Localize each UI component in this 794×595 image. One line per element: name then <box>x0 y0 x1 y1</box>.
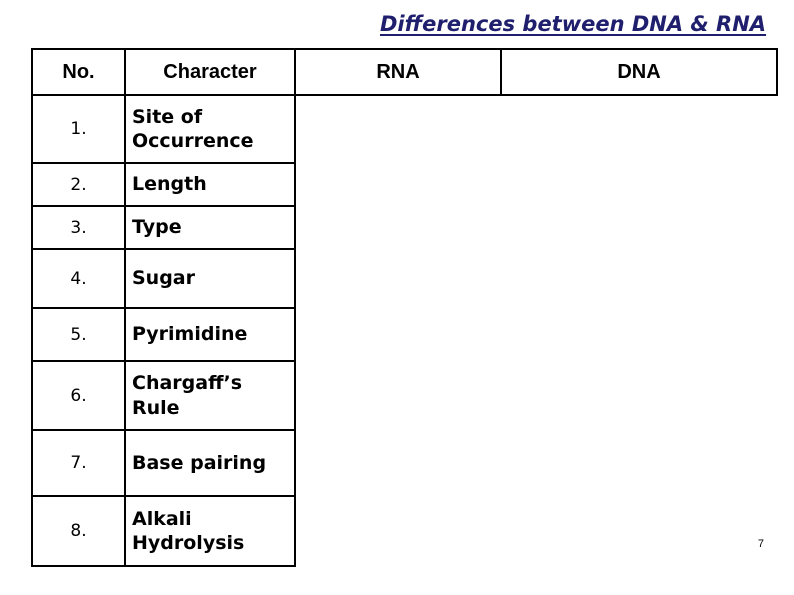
table-row: 8. Alkali Hydrolysis <box>31 496 777 567</box>
column-header-no: No. <box>31 48 126 96</box>
row-character: Sugar <box>125 249 296 309</box>
row-rna-value <box>295 95 501 163</box>
row-rna-value <box>295 430 501 496</box>
row-rna-value <box>295 496 501 566</box>
row-dna-value <box>501 430 777 496</box>
row-dna-value <box>501 308 777 361</box>
row-rna-value <box>295 163 501 206</box>
differences-table: No. Character RNA DNA 1. Site of Occurre… <box>31 48 778 567</box>
row-dna-value <box>501 206 777 249</box>
row-number: 1. <box>31 95 126 164</box>
table-row: 4. Sugar <box>31 249 777 309</box>
row-rna-value <box>295 308 501 361</box>
row-dna-value <box>501 95 777 163</box>
row-rna-value <box>295 361 501 430</box>
slide-page-number: 7 <box>757 538 764 550</box>
row-number: 8. <box>31 496 126 567</box>
row-number: 3. <box>31 206 126 250</box>
row-number: 6. <box>31 361 126 431</box>
row-rna-value <box>295 206 501 249</box>
column-header-dna: DNA <box>500 48 778 96</box>
table-row: 7. Base pairing <box>31 430 777 497</box>
table-row: 3. Type <box>31 206 777 250</box>
column-header-character: Character <box>124 48 296 96</box>
row-number: 2. <box>31 163 126 207</box>
page-title: Differences between DNA & RNA <box>380 12 767 36</box>
row-character: Base pairing <box>125 430 296 497</box>
row-number: 4. <box>31 249 126 309</box>
row-character: Alkali Hydrolysis <box>125 496 296 567</box>
table-header-row: No. Character RNA DNA <box>31 48 778 96</box>
column-header-rna: RNA <box>294 48 502 96</box>
row-character: Site of Occurrence <box>125 95 296 164</box>
row-number: 5. <box>31 308 126 362</box>
row-character: Type <box>125 206 296 250</box>
table-row: 5. Pyrimidine <box>31 308 777 362</box>
table-row: 1. Site of Occurrence <box>31 95 777 164</box>
row-dna-value <box>501 361 777 430</box>
row-dna-value <box>501 496 777 566</box>
row-character: Length <box>125 163 296 207</box>
row-dna-value <box>501 163 777 206</box>
row-dna-value <box>501 249 777 308</box>
row-character: Pyrimidine <box>125 308 296 362</box>
table-row: 6. Chargaff’s Rule <box>31 361 777 431</box>
table-row: 2. Length <box>31 163 777 207</box>
row-number: 7. <box>31 430 126 497</box>
row-character: Chargaff’s Rule <box>125 361 296 431</box>
row-rna-value <box>295 249 501 308</box>
